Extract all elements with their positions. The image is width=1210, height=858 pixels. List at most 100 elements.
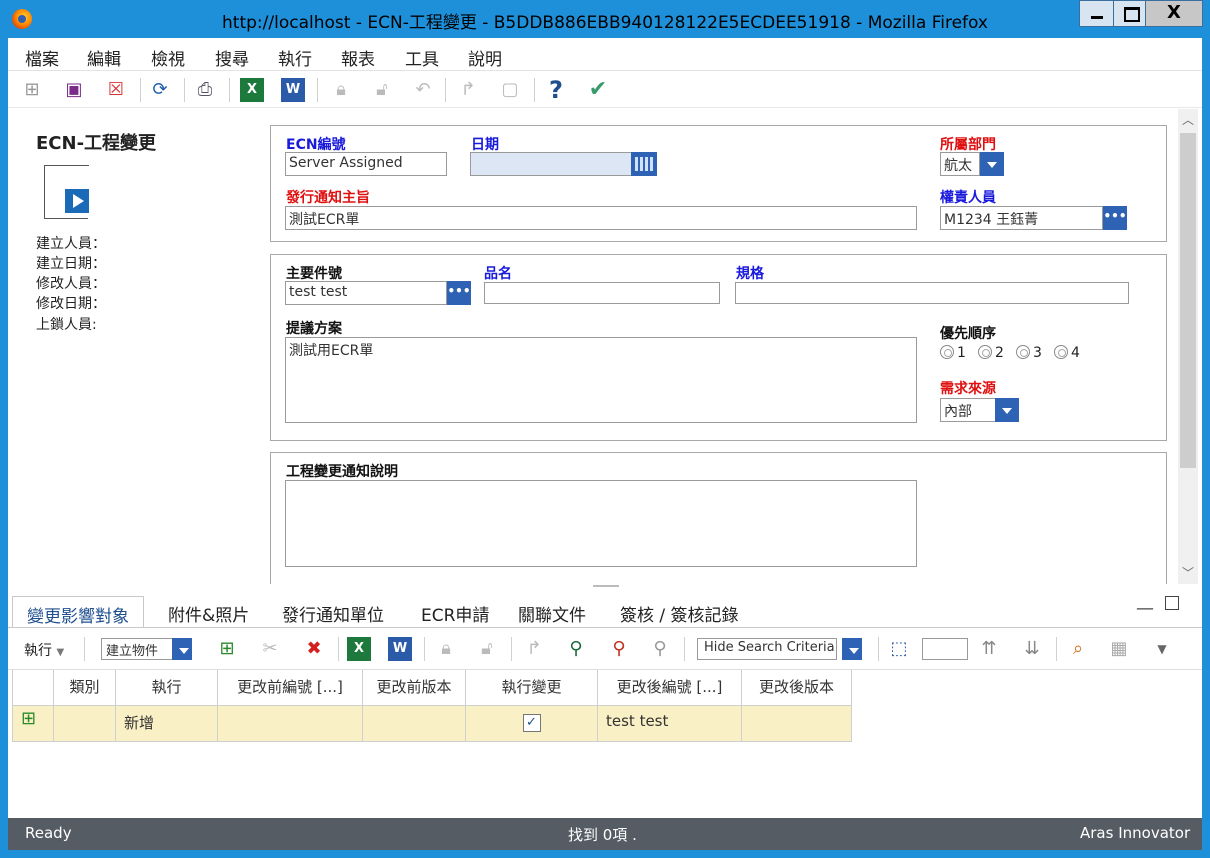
- word-icon[interactable]: W: [388, 637, 412, 661]
- search-icon[interactable]: ⚲: [564, 637, 588, 661]
- search-mode-dropdown-arrow[interactable]: [842, 638, 862, 660]
- form-scrollbar[interactable]: ︿ ﹀: [1178, 109, 1198, 584]
- minimize-panel-icon[interactable]: —: [1136, 598, 1154, 619]
- scroll-up-icon[interactable]: ︿: [1178, 111, 1198, 131]
- menu-file[interactable]: 檔案: [25, 45, 59, 70]
- ecn-no-field[interactable]: Server Assigned: [285, 152, 447, 176]
- tab-signoff[interactable]: 簽核 / 簽核記錄: [606, 596, 753, 628]
- cell-after-no[interactable]: test test: [598, 706, 742, 742]
- tab-affected-items[interactable]: 變更影響對象: [12, 596, 144, 628]
- tab-notify-units[interactable]: 發行通知單位: [268, 596, 398, 628]
- search-off-icon[interactable]: ⚲: [648, 637, 672, 661]
- priority-radio-4[interactable]: 4: [1054, 345, 1080, 361]
- scroll-thumb[interactable]: [1180, 133, 1196, 468]
- menu-edit[interactable]: 編輯: [87, 45, 121, 70]
- maximize-panel-icon[interactable]: [1165, 596, 1179, 610]
- part-name-field[interactable]: [484, 282, 720, 304]
- undo-icon[interactable]: ↶: [411, 78, 435, 102]
- grid-header-category[interactable]: 類別: [54, 670, 116, 706]
- unlock-icon[interactable]: 🔓︎: [475, 637, 499, 661]
- delete-icon[interactable]: ☒: [104, 78, 128, 102]
- tab-attachments[interactable]: 附件&照片: [154, 596, 263, 628]
- search-mode-select[interactable]: Hide Search Criteria: [697, 638, 837, 660]
- sort-asc-icon[interactable]: ⇈: [977, 637, 1001, 661]
- menu-view[interactable]: 檢視: [151, 45, 185, 70]
- grid-header-before-no[interactable]: 更改前編號 [...]: [218, 670, 363, 706]
- tab-related-docs[interactable]: 關聯文件: [504, 596, 600, 628]
- grid-header-after-no[interactable]: 更改後編號 [...]: [598, 670, 742, 706]
- owner-lookup-button[interactable]: •••: [1103, 206, 1127, 230]
- lock-icon[interactable]: 🔒︎: [329, 78, 353, 102]
- excel-icon[interactable]: X: [347, 637, 371, 661]
- main-part-lookup-button[interactable]: •••: [447, 281, 471, 305]
- priority-radio-2[interactable]: 2: [978, 345, 1004, 361]
- more-options-icon[interactable]: ▼: [1150, 637, 1174, 661]
- calendar-icon[interactable]: [631, 152, 657, 176]
- spec-field[interactable]: [735, 282, 1129, 304]
- add-row-icon[interactable]: ⊞: [215, 637, 239, 661]
- source-select[interactable]: 內部: [940, 398, 996, 422]
- new-icon[interactable]: ⊞: [20, 78, 44, 102]
- excel-icon[interactable]: X: [240, 78, 264, 102]
- grid-header-before-ver[interactable]: 更改前版本: [363, 670, 466, 706]
- date-field[interactable]: [470, 152, 632, 176]
- done-icon[interactable]: ✔: [586, 78, 610, 102]
- menu-run[interactable]: 執行: [278, 45, 312, 70]
- promote-icon[interactable]: ↱: [522, 637, 546, 661]
- save-icon[interactable]: ▣: [62, 78, 86, 102]
- cell-category[interactable]: [54, 706, 116, 742]
- create-item-dropdown-arrow[interactable]: [172, 638, 192, 660]
- notice-panel: 工程變更通知說明: [270, 452, 1167, 584]
- lock-icon[interactable]: 🔒︎: [434, 637, 458, 661]
- new-row-icon[interactable]: ⊞: [12, 706, 54, 742]
- cell-after-ver[interactable]: [742, 706, 852, 742]
- menu-help[interactable]: 說明: [468, 45, 502, 70]
- dept-dropdown-arrow[interactable]: [980, 152, 1004, 176]
- page-field[interactable]: [922, 638, 968, 660]
- maximize-button[interactable]: [1113, 0, 1146, 27]
- owner-field[interactable]: M1234 王鈺菁: [940, 206, 1103, 230]
- help-icon[interactable]: ?: [544, 78, 568, 102]
- scroll-down-icon[interactable]: ﹀: [1178, 564, 1198, 584]
- menu-tools[interactable]: 工具: [405, 45, 439, 70]
- radio-circle-icon: [978, 345, 992, 359]
- minimize-button[interactable]: [1079, 0, 1114, 27]
- menu-search[interactable]: 搜尋: [215, 45, 249, 70]
- sort-desc-icon[interactable]: ⇊: [1020, 637, 1044, 661]
- priority-radio-3[interactable]: 3: [1016, 345, 1042, 361]
- action-menu[interactable]: 執行 ▼: [24, 640, 64, 660]
- grid-settings-icon[interactable]: ▦: [1107, 637, 1131, 661]
- notice-textarea[interactable]: [285, 480, 917, 567]
- dept-select[interactable]: 航太: [940, 152, 980, 176]
- word-icon[interactable]: W: [281, 78, 305, 102]
- promote-icon[interactable]: ↱: [456, 78, 480, 102]
- cell-apply[interactable]: ✓: [466, 706, 598, 742]
- find-icon[interactable]: ⌕: [1066, 637, 1090, 661]
- refresh-icon[interactable]: ⟳: [148, 78, 172, 102]
- select-all-icon[interactable]: ⬚: [887, 637, 911, 661]
- grid-header-action[interactable]: 執行: [116, 670, 218, 706]
- apply-checkbox[interactable]: ✓: [522, 714, 541, 732]
- source-dropdown-arrow[interactable]: [995, 398, 1019, 422]
- grid-header-apply[interactable]: 執行變更: [466, 670, 598, 706]
- menu-report[interactable]: 報表: [341, 45, 375, 70]
- cell-before-ver[interactable]: [363, 706, 466, 742]
- status-bar: Ready 找到 0項 . Aras Innovator: [8, 818, 1202, 850]
- grid-header-after-ver[interactable]: 更改後版本: [742, 670, 852, 706]
- main-part-field[interactable]: test test: [285, 281, 447, 305]
- pick-icon[interactable]: ✂: [258, 637, 282, 661]
- delete-row-icon[interactable]: ✖: [302, 637, 326, 661]
- cell-before-no[interactable]: [218, 706, 363, 742]
- close-button[interactable]: X: [1145, 0, 1203, 27]
- print-icon[interactable]: ⎙: [193, 78, 217, 102]
- cell-action[interactable]: 新增: [116, 706, 218, 742]
- chevron-down-icon: ▼: [56, 647, 65, 658]
- create-item-select[interactable]: 建立物件: [101, 638, 173, 660]
- unlock-icon[interactable]: 🔓︎: [370, 78, 394, 102]
- proposal-textarea[interactable]: 測試用ECR單: [285, 337, 917, 423]
- clipboard-icon[interactable]: ▢: [498, 78, 522, 102]
- subject-field[interactable]: 測試ECR單: [285, 206, 917, 230]
- clear-search-icon[interactable]: ⚲: [607, 637, 631, 661]
- tab-ecr-request[interactable]: ECR申請: [407, 596, 503, 628]
- priority-radio-1[interactable]: 1: [940, 345, 966, 361]
